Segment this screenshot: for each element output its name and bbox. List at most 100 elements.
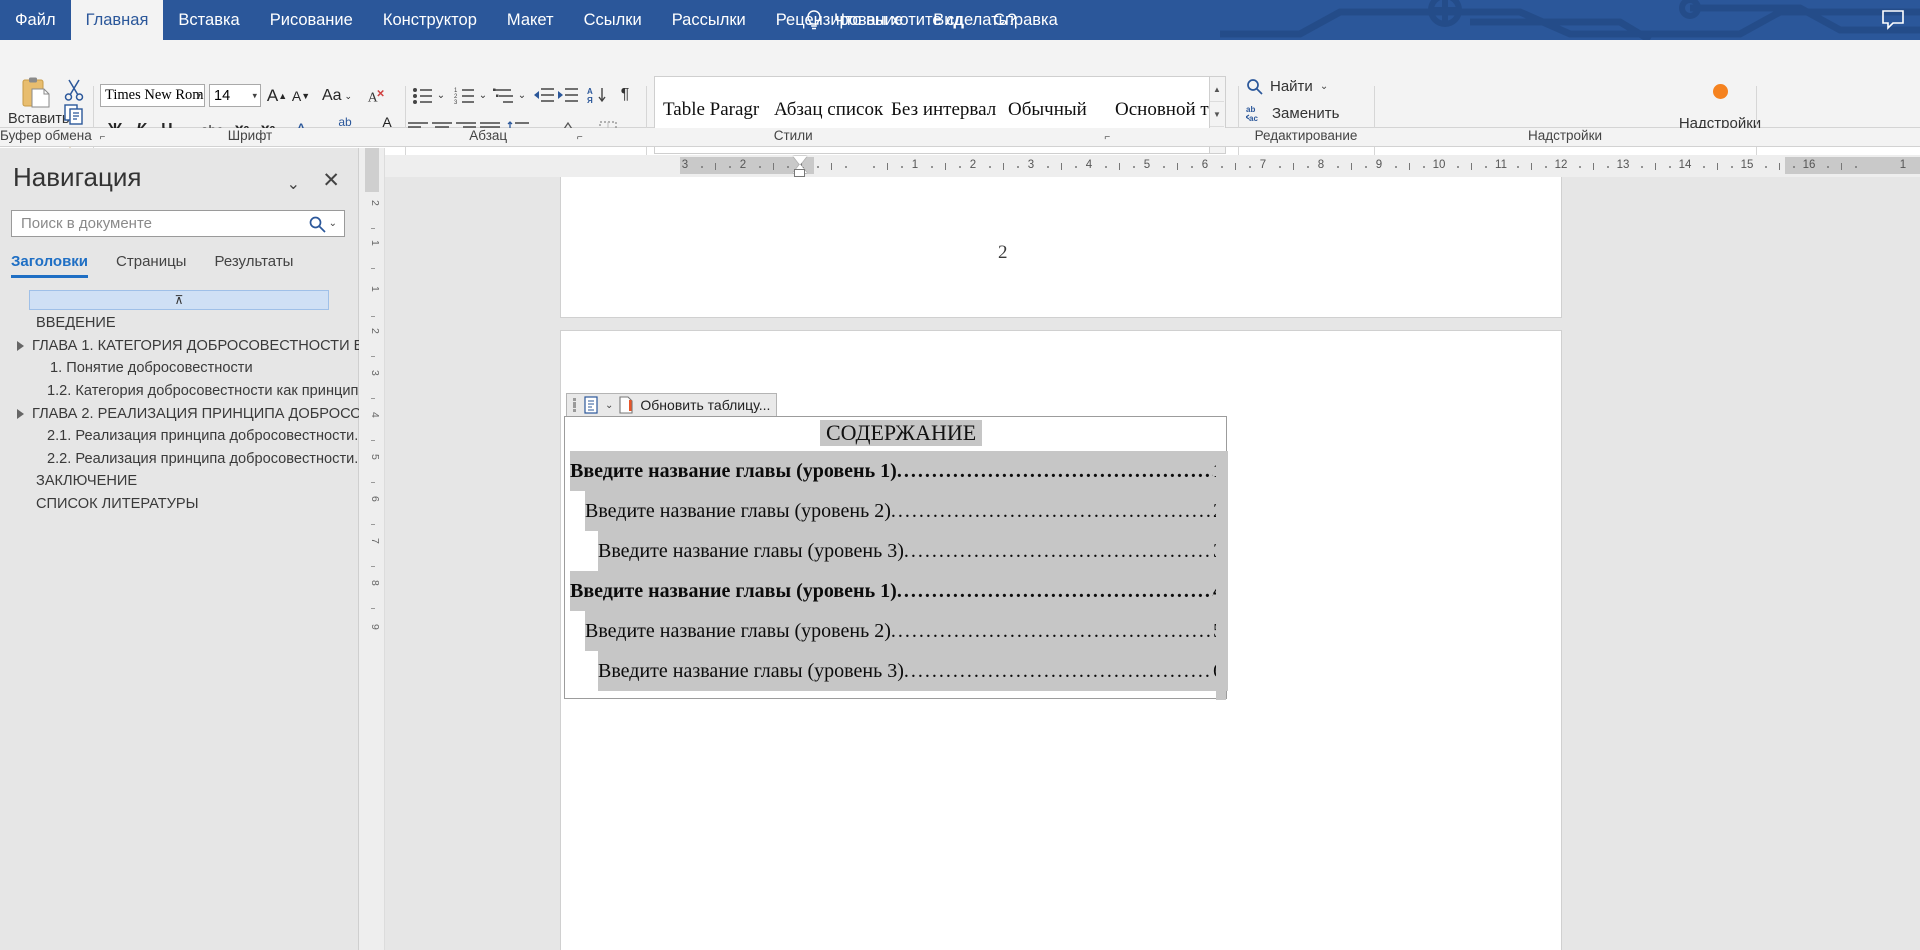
- toc-entry[interactable]: Введите название главы (уровень 1) .....…: [570, 451, 1228, 491]
- nav-heading-item-selected[interactable]: ⊼: [29, 290, 329, 310]
- copy-icon[interactable]: [62, 102, 86, 126]
- search-icon: [1247, 79, 1263, 95]
- vertical-ruler[interactable]: 2 1 1 2 3 4 5 6 7 8 9: [359, 148, 385, 950]
- ruler-tick-label: 3: [1027, 159, 1035, 171]
- chevron-down-icon[interactable]: ⌄: [329, 218, 337, 229]
- style-item-no-spacing[interactable]: Без интервал: [891, 99, 1005, 121]
- document-page-previous[interactable]: 2: [561, 177, 1561, 317]
- nav-heading-item-zaklyuchenie[interactable]: ЗАКЛЮЧЕНИЕ: [0, 470, 358, 493]
- tab-file[interactable]: Файл: [0, 0, 71, 40]
- nav-heading-label: СПИСОК ЛИТЕРАТУРЫ: [36, 496, 199, 513]
- ruler-tick-label: 14: [1678, 159, 1692, 171]
- chevron-down-icon[interactable]: ⌄: [515, 84, 529, 106]
- ruler-tick-label: 12: [1554, 159, 1568, 171]
- nav-heading-item-2-1[interactable]: 2.1. Реализация принципа добросовестност…: [0, 425, 366, 448]
- style-item-table-paragraph[interactable]: Table Paragr: [663, 99, 771, 121]
- toc-control-icon[interactable]: [583, 396, 599, 414]
- style-item-list-paragraph[interactable]: Абзац список: [774, 99, 889, 121]
- vertical-margin-area: [365, 148, 379, 192]
- navigation-search-input[interactable]: Поиск в документе ⌄: [11, 210, 345, 237]
- nav-heading-label: 2.1. Реализация принципа добросовестност…: [47, 428, 367, 445]
- table-of-contents[interactable]: СОДЕРЖАНИЕ Введите название главы (урове…: [564, 416, 1228, 700]
- toc-entry[interactable]: Введите название главы (уровень 1) .....…: [570, 571, 1228, 611]
- nav-heading-item-1-2[interactable]: 1.2. Категория добросовестности как прин…: [0, 380, 371, 403]
- ruler-tick-label: 1: [911, 159, 919, 171]
- grow-font-label: A: [266, 86, 279, 105]
- find-button[interactable]: Найти ⌄: [1246, 78, 1328, 95]
- font-name-combobox[interactable]: Times New Rom ▾: [100, 84, 205, 107]
- toc-leader-dots: ........................................…: [896, 459, 1213, 482]
- decrease-indent-icon[interactable]: [532, 84, 556, 106]
- chevron-down-icon[interactable]: ⌄: [287, 174, 300, 194]
- svg-text:ab: ab: [1246, 105, 1255, 114]
- style-item-body-text[interactable]: Основной те: [1115, 99, 1209, 121]
- grow-font-button[interactable]: A ▲: [266, 84, 288, 108]
- expand-triangle-icon[interactable]: [17, 340, 24, 351]
- change-case-button[interactable]: Aa ⌄: [320, 84, 354, 108]
- show-formatting-marks-button[interactable]: ¶: [614, 84, 636, 106]
- addins-button[interactable]: Надстройки: [1672, 84, 1768, 132]
- chevron-down-icon[interactable]: ⌄: [476, 84, 490, 106]
- toc-entry-text: Введите название главы (уровень 3): [598, 539, 904, 562]
- nav-heading-item-1-1[interactable]: 1. Понятие добросовестности: [0, 357, 358, 380]
- tell-me-search[interactable]: Что вы хотите сделать?: [805, 0, 1016, 40]
- document-page-current[interactable]: ⌄ Обновить таблицу... СОДЕРЖАНИЕ Введите…: [561, 331, 1561, 950]
- tab-mailings[interactable]: Рассылки: [657, 0, 761, 40]
- comments-icon[interactable]: [1880, 8, 1906, 32]
- horizontal-ruler[interactable]: 3 2 1 1 2 3 4 5 6 7 8 9 10 11 12 13 14 1…: [385, 155, 1920, 177]
- search-icon[interactable]: [308, 215, 326, 233]
- expand-triangle-icon[interactable]: [17, 408, 24, 419]
- toc-entry[interactable]: Введите название главы (уровень 3) .....…: [598, 651, 1228, 691]
- replace-button[interactable]: ab ac Заменить: [1246, 104, 1339, 122]
- chevron-down-icon[interactable]: ⌄: [1320, 81, 1328, 92]
- left-indent-marker[interactable]: [794, 169, 805, 177]
- increase-indent-icon[interactable]: [556, 84, 580, 106]
- cut-icon[interactable]: [62, 77, 86, 101]
- nav-heading-item-2-2[interactable]: 2.2. Реализация принципа добросовестност…: [0, 448, 366, 471]
- toc-content-control-toolbar[interactable]: ⌄ Обновить таблицу...: [566, 393, 778, 417]
- sort-icon[interactable]: A Я: [586, 84, 610, 106]
- chevron-down-icon[interactable]: ⌄: [434, 84, 448, 106]
- group-divider: [1374, 86, 1375, 164]
- navigation-tabs: Заголовки Страницы Результаты: [11, 253, 293, 278]
- tab-design[interactable]: Конструктор: [368, 0, 492, 40]
- toc-entry[interactable]: Введите название главы (уровень 2) .....…: [585, 611, 1228, 651]
- font-size-combobox[interactable]: 14 ▾: [209, 84, 261, 107]
- nav-heading-item-glava-2[interactable]: ГЛАВА 2. РЕАЛИЗАЦИЯ ПРИНЦИПА ДОБРОСОВЕ..…: [0, 402, 393, 425]
- toc-entry[interactable]: Введите название главы (уровень 3) .....…: [598, 531, 1228, 571]
- document-canvas[interactable]: 2 ⌄ Обновить таблицу... СОДЕРЖАНИЕ Введи…: [385, 177, 1920, 950]
- tab-label: Конструктор: [382, 10, 477, 29]
- toc-selection-bar: [1216, 451, 1226, 700]
- dialog-launcher-icon[interactable]: ⌐: [1104, 132, 1110, 143]
- clear-formatting-button[interactable]: A: [364, 84, 388, 108]
- svg-text:A: A: [587, 87, 593, 96]
- tab-insert[interactable]: Вставка: [163, 0, 254, 40]
- nav-tab-results[interactable]: Результаты: [214, 253, 293, 278]
- style-item-normal[interactable]: Обычный: [1008, 99, 1113, 121]
- multilevel-list-icon[interactable]: [492, 84, 516, 106]
- tab-references[interactable]: Ссылки: [569, 0, 657, 40]
- shrink-font-button[interactable]: A ▼: [290, 84, 312, 108]
- nav-heading-item-glava-1[interactable]: ГЛАВА 1. КАТЕГОРИЯ ДОБРОСОВЕСТНОСТИ В СИ…: [0, 335, 401, 358]
- bullets-icon[interactable]: [411, 84, 435, 106]
- toc-entry[interactable]: Введите название главы (уровень 2) .....…: [585, 491, 1228, 531]
- tab-draw[interactable]: Рисование: [255, 0, 368, 40]
- nav-tab-headings[interactable]: Заголовки: [11, 253, 89, 278]
- chevron-down-icon: ▾: [196, 90, 201, 100]
- ruler-tick-label: 11: [1495, 159, 1507, 171]
- update-table-label[interactable]: Обновить таблицу...: [640, 397, 770, 413]
- drag-handle-icon[interactable]: [573, 398, 577, 412]
- tab-layout[interactable]: Макет: [492, 0, 569, 40]
- nav-tab-pages[interactable]: Страницы: [116, 253, 186, 278]
- nav-heading-item-spisok-literatury[interactable]: СПИСОК ЛИТЕРАТУРЫ: [0, 493, 358, 516]
- close-icon[interactable]: ✕: [322, 170, 340, 191]
- chevron-down-icon[interactable]: ⌄: [605, 400, 613, 411]
- tab-home[interactable]: Главная: [70, 0, 164, 40]
- scroll-up-icon[interactable]: ▲: [1210, 77, 1224, 102]
- scroll-down-icon[interactable]: ▼: [1210, 102, 1224, 127]
- vruler-label: 3: [369, 370, 381, 376]
- update-table-icon[interactable]: [619, 396, 634, 414]
- dialog-launcher-icon[interactable]: ⌐: [577, 132, 583, 143]
- numbering-icon[interactable]: 123: [453, 84, 477, 106]
- nav-heading-item-vvedenie[interactable]: ВВЕДЕНИЕ: [0, 312, 358, 335]
